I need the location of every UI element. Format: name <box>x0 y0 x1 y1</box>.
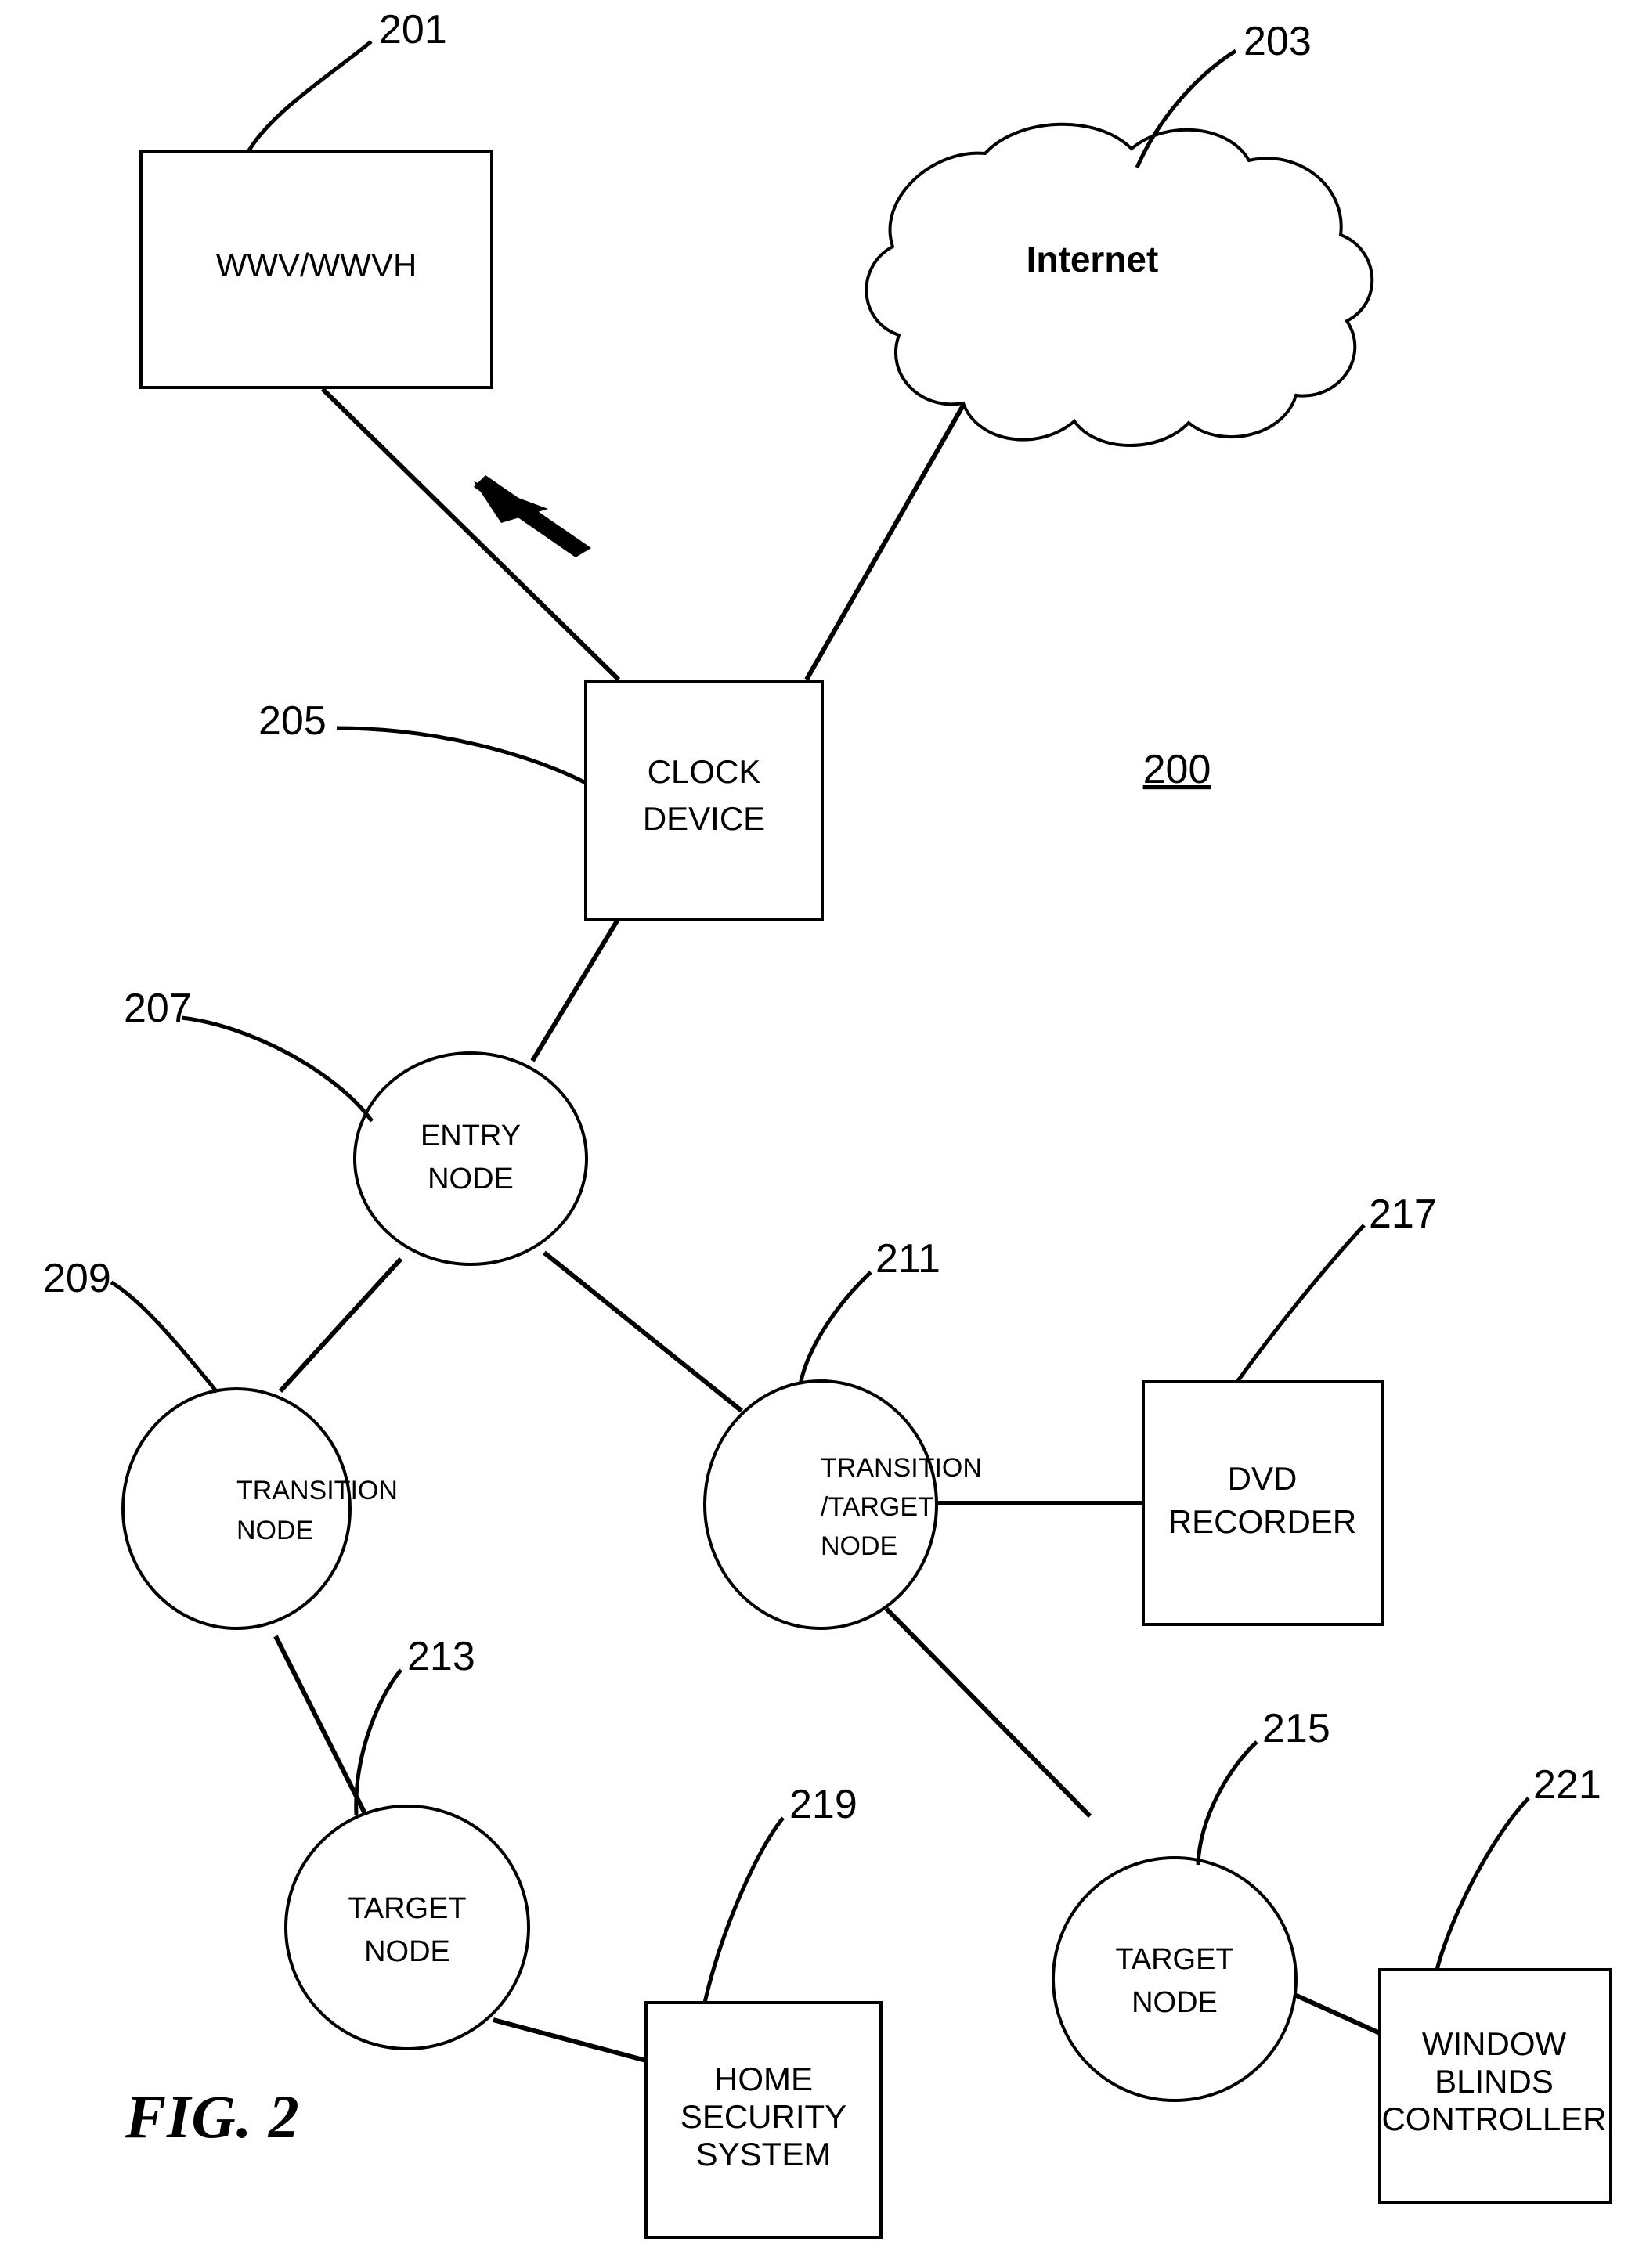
reference-217-label: 217 <box>1369 1192 1437 1237</box>
cloud-internet[interactable]: Internet <box>865 122 1374 447</box>
reference-221: 221 <box>1435 1762 1601 1971</box>
box-dvd-recorder[interactable]: DVD RECORDER <box>1142 1380 1384 1626</box>
leader-221 <box>1435 1797 1530 1971</box>
box-wwv-label: WWV/WWVH <box>216 247 417 283</box>
reference-215-label: 215 <box>1262 1706 1330 1751</box>
box-window-blinds-controller-label-1: WINDOW <box>1422 2025 1567 2062</box>
system-reference-200: 200 <box>1143 747 1211 792</box>
reference-221-label: 221 <box>1533 1762 1601 1808</box>
leader-209 <box>110 1280 218 1394</box>
diagram-canvas: WWV/WWVH Internet CLOCK DEVICE ENTRY NOD… <box>43 7 1612 2239</box>
node-transition-target-label-1: TRANSITION <box>821 1453 982 1483</box>
leader-207 <box>181 1015 374 1123</box>
reference-201-label: 201 <box>379 7 447 52</box>
reference-213: 213 <box>354 1634 475 1815</box>
node-transition-target-label-3: NODE <box>821 1531 897 1561</box>
box-window-blinds-controller-label-3: CONTROLLER <box>1381 2100 1606 2137</box>
reference-217: 217 <box>1235 1192 1437 1383</box>
box-window-blinds-controller[interactable]: WINDOW BLINDS CONTROLLER <box>1378 1968 1612 2204</box>
node-target-right[interactable]: TARGET NODE <box>1052 1856 1298 2102</box>
link-entry-to-transition <box>278 1257 403 1394</box>
box-dvd-recorder-label-1: DVD <box>1228 1460 1298 1497</box>
reference-205-label: 205 <box>258 698 327 744</box>
leader-201 <box>247 40 373 152</box>
node-transition-shape[interactable] <box>121 1387 352 1630</box>
node-entry-label-1: ENTRY <box>421 1120 521 1152</box>
system-reference-200-label: 200 <box>1143 747 1211 792</box>
box-window-blinds-controller-label-2: BLINDS <box>1435 2063 1554 2100</box>
node-transition-label-2: NODE <box>236 1516 313 1545</box>
leader-213 <box>354 1668 402 1815</box>
node-transition-label-1: TRANSITION <box>236 1476 398 1505</box>
reference-211-label: 211 <box>875 1236 940 1282</box>
cloud-internet-shape[interactable] <box>865 122 1374 447</box>
node-target-left-shape[interactable] <box>284 1805 530 2050</box>
leader-217 <box>1235 1224 1366 1383</box>
leader-211 <box>798 1271 872 1385</box>
link-entry-to-transtarget <box>543 1250 743 1413</box>
box-wwv[interactable]: WWV/WWVH <box>139 150 493 389</box>
reference-213-label: 213 <box>407 1634 475 1679</box>
signal-arrowhead-icon <box>474 475 591 557</box>
leader-205 <box>336 726 587 785</box>
reference-207-label: 207 <box>124 986 192 1031</box>
link-wwv-to-clock <box>320 387 621 682</box>
link-transtarget-to-target-right <box>884 1606 1092 1819</box>
node-target-left-label-2: NODE <box>364 1935 450 1968</box>
box-clock-device-label-2: DEVICE <box>643 800 765 837</box>
link-clock-to-entry <box>530 917 621 1062</box>
reference-215: 215 <box>1196 1706 1330 1866</box>
box-clock-device[interactable]: CLOCK DEVICE <box>584 680 824 921</box>
node-target-right-shape[interactable] <box>1052 1856 1298 2102</box>
reference-209: 209 <box>43 1256 218 1394</box>
cloud-internet-label: Internet <box>1027 239 1159 279</box>
reference-207: 207 <box>124 986 374 1123</box>
reference-203-label: 203 <box>1244 19 1312 64</box>
box-clock-device-label-1: CLOCK <box>648 753 761 790</box>
box-home-security-system-label-2: SECURITY <box>680 2098 846 2135</box>
reference-219: 219 <box>702 1782 857 2003</box>
patent-figure: WWV/WWVH Internet CLOCK DEVICE ENTRY NOD… <box>0 0 1646 2268</box>
figure-label: FIG. 2 <box>125 2082 300 2151</box>
reference-211: 211 <box>798 1236 940 1385</box>
box-dvd-recorder-label-2: RECORDER <box>1168 1503 1356 1540</box>
node-entry-label-2: NODE <box>428 1163 514 1195</box>
node-target-right-label-1: TARGET <box>1115 1943 1233 1976</box>
reference-205: 205 <box>258 698 587 785</box>
leader-215 <box>1196 1740 1258 1866</box>
leader-219 <box>702 1816 785 2003</box>
node-entry[interactable]: ENTRY NODE <box>353 1051 588 1266</box>
node-transition-target-label-2: /TARGET <box>821 1492 934 1522</box>
box-home-security-system-label-3: SYSTEM <box>696 2136 832 2172</box>
link-internet-to-clock <box>804 359 991 681</box>
node-target-right-label-2: NODE <box>1132 1986 1218 2019</box>
reference-209-label: 209 <box>43 1256 111 1301</box>
node-entry-shape[interactable] <box>353 1051 588 1266</box>
link-target-left-to-security <box>493 2017 647 2063</box>
box-home-security-system[interactable]: HOME SECURITY SYSTEM <box>644 2001 883 2239</box>
node-target-left-label-1: TARGET <box>348 1892 466 1925</box>
reference-219-label: 219 <box>789 1782 857 1827</box>
node-target-left[interactable]: TARGET NODE <box>284 1805 530 2050</box>
reference-201: 201 <box>247 7 447 152</box>
node-transition[interactable]: TRANSITION NODE <box>121 1387 398 1630</box>
box-home-security-system-label-1: HOME <box>714 2061 813 2097</box>
